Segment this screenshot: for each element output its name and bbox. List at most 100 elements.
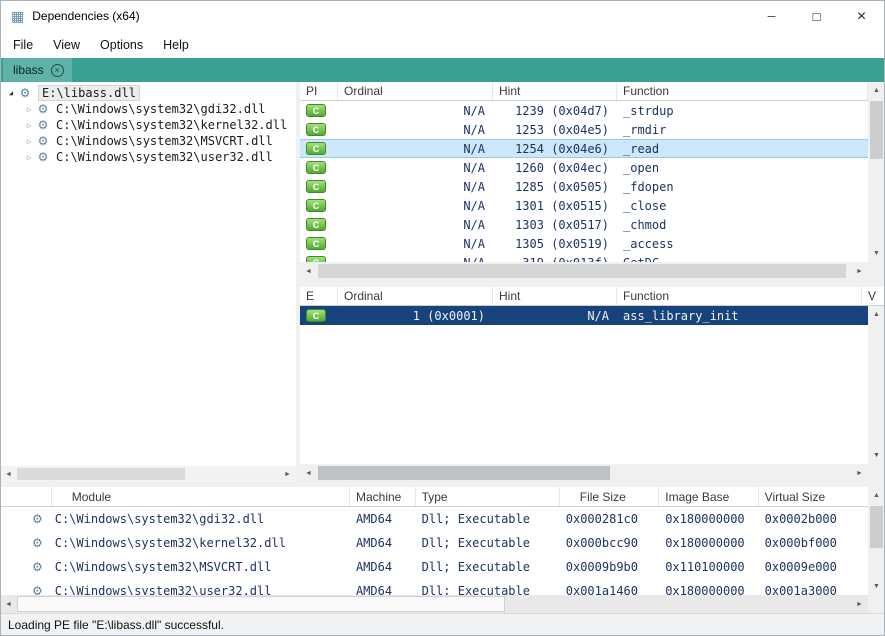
module-row[interactable]: ⚙ C:\Windows\system32\gdi32.dll AMD64 Dl… [0, 507, 868, 531]
column-hint[interactable]: Hint [493, 82, 617, 100]
import-row-selected[interactable]: C N/A 1254 (0x04e6) _read [300, 139, 868, 158]
imports-vertical-scrollbar[interactable]: ▲ ▼ [868, 82, 885, 262]
export-icon-cell: C [300, 309, 338, 322]
import-row[interactable]: C N/A 1305 (0x0519) _access [300, 234, 868, 253]
column-function[interactable]: Function [617, 287, 862, 305]
imports-horizontal-scrollbar[interactable]: ◄ ► [300, 262, 868, 280]
import-icon-cell: C [300, 180, 338, 193]
column-image-base[interactable]: Image Base [659, 487, 758, 506]
import-row[interactable]: C N/A 1260 (0x04ec) _open [300, 158, 868, 177]
column-function[interactable]: Function [617, 82, 868, 100]
column-type[interactable]: Type [416, 487, 560, 506]
import-row[interactable]: C N/A 1239 (0x04d7) _strdup [300, 101, 868, 120]
scroll-down-icon[interactable]: ▼ [868, 447, 885, 464]
import-icon-cell: C [300, 218, 338, 231]
tree-item[interactable]: ▷ ⚙ C:\Windows\system32\gdi32.dll [18, 101, 296, 117]
import-ordinal: N/A [338, 123, 493, 137]
column-pi[interactable]: PI [300, 82, 338, 100]
scroll-right-icon[interactable]: ► [279, 466, 296, 482]
c-import-icon: C [306, 218, 326, 231]
scroll-down-icon[interactable]: ▼ [868, 245, 885, 262]
scrollbar-thumb[interactable] [318, 264, 846, 278]
import-function: _strdup [617, 104, 868, 118]
app-icon[interactable]: ▦ [11, 9, 24, 23]
tab-libass[interactable]: libass × [3, 58, 72, 82]
tree-root-row[interactable]: ◢ ⚙ E:\libass.dll [0, 85, 296, 101]
column-machine[interactable]: Machine [350, 487, 416, 506]
column-hint[interactable]: Hint [493, 287, 617, 305]
menu-help[interactable]: Help [153, 34, 199, 56]
module-row[interactable]: ⚙ C:\Windows\system32\MSVCRT.dll AMD64 D… [0, 555, 868, 579]
scroll-down-icon[interactable]: ▼ [868, 578, 885, 595]
modules-header: Module Machine Type File Size Image Base… [0, 487, 868, 507]
dependency-tree-panel: ◢ ⚙ E:\libass.dll ▷ ⚙ C:\Windows\system3… [0, 82, 296, 482]
scrollbar-thumb[interactable] [17, 596, 505, 612]
window-controls: ─ □ × [749, 1, 884, 32]
import-icon-cell: C [300, 161, 338, 174]
expander-open-icon[interactable]: ◢ [5, 89, 17, 97]
column-module[interactable]: Module [52, 487, 350, 506]
import-hint: 1239 (0x04d7) [493, 104, 617, 118]
scroll-left-icon[interactable]: ◄ [0, 595, 17, 613]
scrollbar-thumb[interactable] [318, 466, 610, 480]
scroll-up-icon[interactable]: ▲ [868, 306, 885, 323]
export-ordinal: 1 (0x0001) [338, 309, 493, 323]
expander-closed-icon[interactable]: ▷ [23, 153, 35, 162]
scroll-left-icon[interactable]: ◄ [0, 466, 17, 482]
menu-file[interactable]: File [3, 34, 43, 56]
close-button[interactable]: × [839, 1, 884, 32]
maximize-button[interactable]: □ [794, 1, 839, 32]
import-row[interactable]: C N/A 1303 (0x0517) _chmod [300, 215, 868, 234]
scrollbar-corner [868, 595, 885, 613]
scroll-up-icon[interactable]: ▲ [868, 487, 885, 504]
column-module-icon[interactable] [0, 487, 52, 506]
tree-horizontal-scrollbar[interactable]: ◄ ► [0, 466, 296, 482]
modules-vertical-scrollbar[interactable]: ▲ ▼ [868, 487, 885, 595]
scroll-up-icon[interactable]: ▲ [868, 82, 885, 99]
menu-view[interactable]: View [43, 34, 90, 56]
c-import-icon: C [306, 161, 326, 174]
minimize-button[interactable]: ─ [749, 1, 794, 32]
scrollbar-thumb[interactable] [870, 506, 883, 548]
scroll-right-icon[interactable]: ► [851, 595, 868, 613]
modules-horizontal-scrollbar[interactable]: ◄ ► [0, 595, 868, 613]
import-hint: 1254 (0x04e6) [493, 142, 617, 156]
import-row[interactable]: C N/A 1285 (0x0505) _fdopen [300, 177, 868, 196]
tree-item[interactable]: ▷ ⚙ C:\Windows\system32\kernel32.dll [18, 117, 296, 133]
scroll-left-icon[interactable]: ◄ [300, 464, 317, 482]
horizontal-splitter-imports-exports[interactable] [300, 280, 885, 287]
module-tree: ◢ ⚙ E:\libass.dll ▷ ⚙ C:\Windows\system3… [0, 82, 296, 165]
module-machine: AMD64 [350, 560, 416, 574]
expander-closed-icon[interactable]: ▷ [23, 121, 35, 130]
module-row[interactable]: ⚙ C:\Windows\system32\kernel32.dll AMD64… [0, 531, 868, 555]
scrollbar-thumb[interactable] [17, 468, 185, 480]
menu-options[interactable]: Options [90, 34, 153, 56]
exports-vertical-scrollbar[interactable]: ▲ ▼ [868, 306, 885, 464]
export-row-selected[interactable]: C 1 (0x0001) N/A ass_library_init [300, 306, 885, 325]
tab-close-icon[interactable]: × [51, 64, 64, 77]
import-ordinal: N/A [338, 199, 493, 213]
module-file-size: 0x000281c0 [560, 512, 659, 526]
column-v[interactable]: V [862, 287, 885, 305]
column-ordinal[interactable]: Ordinal [338, 82, 493, 100]
column-file-size[interactable]: File Size [560, 487, 660, 506]
column-ordinal[interactable]: Ordinal [338, 287, 493, 305]
scroll-right-icon[interactable]: ► [851, 262, 868, 280]
scroll-right-icon[interactable]: ► [851, 464, 868, 482]
column-e[interactable]: E [300, 287, 338, 305]
tree-item[interactable]: ▷ ⚙ C:\Windows\system32\MSVCRT.dll [18, 133, 296, 149]
scroll-left-icon[interactable]: ◄ [300, 262, 317, 280]
import-row[interactable]: C N/A 1253 (0x04e5) _rmdir [300, 120, 868, 139]
expander-closed-icon[interactable]: ▷ [23, 105, 35, 114]
import-row[interactable]: C N/A 1301 (0x0515) _close [300, 196, 868, 215]
status-bar: Loading PE file "E:\libass.dll" successf… [0, 613, 885, 636]
expander-closed-icon[interactable]: ▷ [23, 137, 35, 146]
scrollbar-thumb[interactable] [870, 101, 883, 159]
import-function: _open [617, 161, 868, 175]
column-virtual-size[interactable]: Virtual Size [759, 487, 868, 506]
exports-horizontal-scrollbar[interactable]: ◄ ► [300, 464, 868, 482]
import-function: _rmdir [617, 123, 868, 137]
import-function: _read [617, 142, 868, 156]
tree-item[interactable]: ▷ ⚙ C:\Windows\system32\user32.dll [18, 149, 296, 165]
gear-icon: ⚙ [38, 119, 49, 131]
